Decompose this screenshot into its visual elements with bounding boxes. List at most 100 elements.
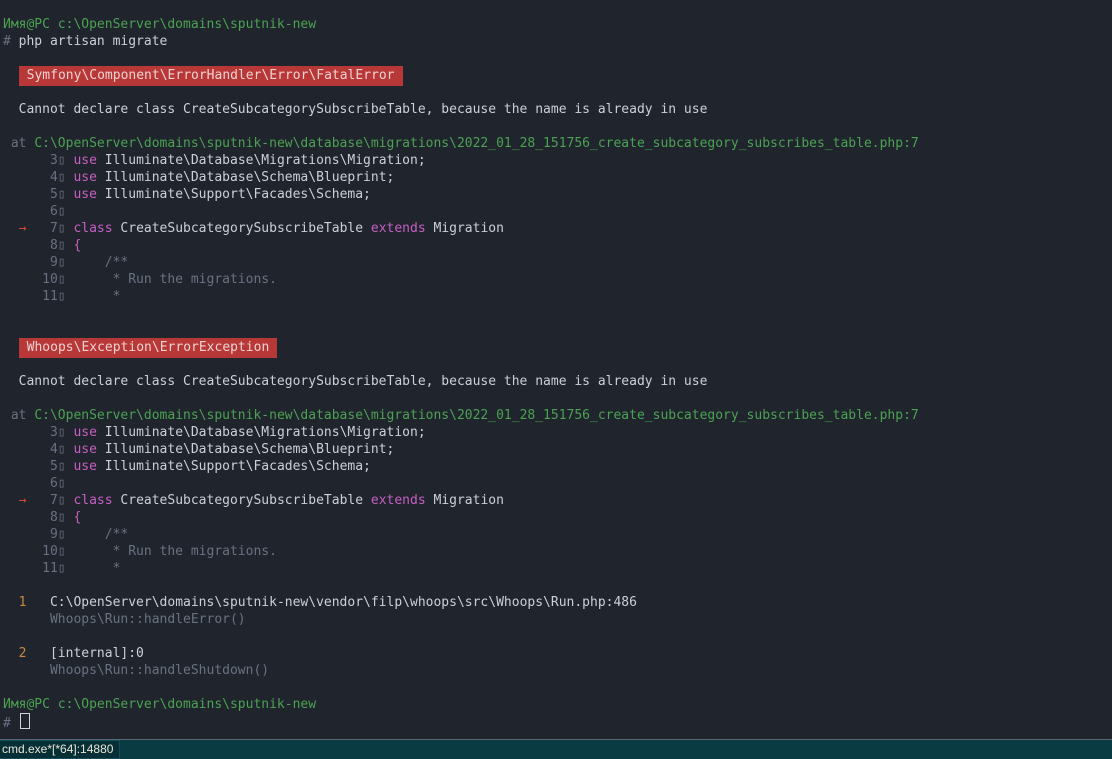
text-segment [3,646,19,661]
text-segment: extends [371,221,426,236]
code-line-highlighted: → 7▯ class CreateSubcategorySubscribeTab… [3,492,1108,509]
text-segment: # [3,34,19,49]
prompt-line: Имя@PC c:\OpenServer\domains\sputnik-new [3,16,1108,33]
text-segment [26,221,49,236]
text-segment: php artisan migrate [19,34,168,49]
code-line: 5▯ use Illuminate\Support\Facades\Schema… [3,458,1108,475]
text-segment: 7▯ [50,493,73,508]
error-class-badge: Symfony\Component\ErrorHandler\Error\Fat… [19,66,403,86]
text-segment: Illuminate\Database\Migrations\Migration… [97,153,426,168]
text-segment: CreateSubcategorySubscribeTable [113,493,371,508]
text-segment: Illuminate\Support\Facades\Schema; [97,187,371,202]
text-segment: 7▯ [50,221,73,236]
blank-line [3,322,1108,339]
blank-line [3,577,1108,594]
code-line: 11▯ * [3,288,1108,305]
text-segment: 5▯ [3,459,73,474]
code-line: 6▯ [3,475,1108,492]
stack-method-line: Whoops\Run::handleShutdown() [3,662,1108,679]
text-segment: Имя@PC c:\OpenServer\domains\sputnik-new [3,697,316,712]
text-segment: 3▯ [3,425,73,440]
code-line-highlighted: → 7▯ class CreateSubcategorySubscribeTab… [3,220,1108,237]
text-segment: use [73,442,96,457]
input-line: # [3,713,1108,730]
text-segment [3,68,19,83]
text-segment: C:\OpenServer\domains\sputnik-new\vendor… [26,595,636,610]
text-segment: use [73,425,96,440]
terminal-window: Имя@PC c:\OpenServer\domains\sputnik-new… [0,0,1112,759]
text-segment: Whoops\Run::handleError() [3,612,246,627]
text-segment: # [3,716,19,731]
blank-line [3,50,1108,67]
code-line: 6▯ [3,203,1108,220]
code-line: 8▯ { [3,237,1108,254]
text-segment: { [73,510,81,525]
text-segment: Illuminate\Database\Schema\Blueprint; [97,170,394,185]
text-segment [3,340,19,355]
text-segment: Migration [426,221,504,236]
text-segment: extends [371,493,426,508]
text-segment: 3▯ [3,153,73,168]
text-segment: use [73,153,96,168]
blank-line [3,390,1108,407]
code-line: 11▯ * [3,560,1108,577]
stack-frame-line: 2 [internal]:0 [3,645,1108,662]
error-class-badge-line: Whoops\Exception\ErrorException [3,339,1108,356]
stack-method-line: Whoops\Run::handleError() [3,611,1108,628]
text-segment: 6▯ [3,476,66,491]
blank-line [3,84,1108,101]
text-segment: Illuminate\Database\Schema\Blueprint; [97,442,394,457]
text-segment: use [73,187,96,202]
text-segment: Illuminate\Support\Facades\Schema; [97,459,371,474]
prompt-line: Имя@PC c:\OpenServer\domains\sputnik-new [3,696,1108,713]
text-segment: use [73,459,96,474]
code-line: 10▯ * Run the migrations. [3,543,1108,560]
blank-line [3,356,1108,373]
code-line: 3▯ use Illuminate\Database\Migrations\Mi… [3,424,1108,441]
text-segment [3,595,19,610]
text-segment: use [73,170,96,185]
text-segment: { [73,238,81,253]
text-segment: Migration [426,493,504,508]
status-bar: cmd.exe*[*64]:14880 [0,739,1112,759]
stack-frame-line: 1 C:\OpenServer\domains\sputnik-new\vend… [3,594,1108,611]
text-segment: class [73,493,112,508]
code-line: 5▯ use Illuminate\Support\Facades\Schema… [3,186,1108,203]
command-line: # php artisan migrate [3,33,1108,50]
console-tab[interactable]: cmd.exe*[*64]:14880 [0,740,120,759]
blank-line [3,118,1108,135]
text-segment [3,493,19,508]
text-segment [3,221,19,236]
text-segment: 4▯ [3,442,73,457]
text-segment [26,493,49,508]
error-message-line: Cannot declare class CreateSubcategorySu… [3,101,1108,118]
text-segment: C:\OpenServer\domains\sputnik-new\databa… [34,408,918,423]
text-segment: 5▯ [3,187,73,202]
terminal-output[interactable]: Имя@PC c:\OpenServer\domains\sputnik-new… [0,0,1112,739]
error-class-badge-line: Symfony\Component\ErrorHandler\Error\Fat… [3,67,1108,84]
error-message-line: Cannot declare class CreateSubcategorySu… [3,373,1108,390]
code-line: 4▯ use Illuminate\Database\Schema\Bluepr… [3,441,1108,458]
blank-line [3,628,1108,645]
text-segment: at [3,136,34,151]
terminal-cursor-icon [20,713,30,729]
text-segment: class [73,221,112,236]
text-segment: Cannot declare class CreateSubcategorySu… [3,102,707,117]
code-line: 4▯ use Illuminate\Database\Schema\Bluepr… [3,169,1108,186]
text-segment: 9▯ /** [3,527,128,542]
text-segment: 10▯ * Run the migrations. [3,544,277,559]
error-location-line: at C:\OpenServer\domains\sputnik-new\dat… [3,135,1108,152]
code-line: 9▯ /** [3,254,1108,271]
text-segment: 8▯ [3,238,73,253]
text-segment: Illuminate\Database\Migrations\Migration… [97,425,426,440]
text-segment: at [3,408,34,423]
text-segment: Whoops\Run::handleShutdown() [3,663,269,678]
text-segment: Cannot declare class CreateSubcategorySu… [3,374,707,389]
code-line: 10▯ * Run the migrations. [3,271,1108,288]
text-segment: 9▯ /** [3,255,128,270]
text-segment: 11▯ * [3,561,120,576]
text-segment: Имя@PC c:\OpenServer\domains\sputnik-new [3,17,316,32]
text-segment: 11▯ * [3,289,120,304]
code-line: 9▯ /** [3,526,1108,543]
text-segment: 10▯ * Run the migrations. [3,272,277,287]
